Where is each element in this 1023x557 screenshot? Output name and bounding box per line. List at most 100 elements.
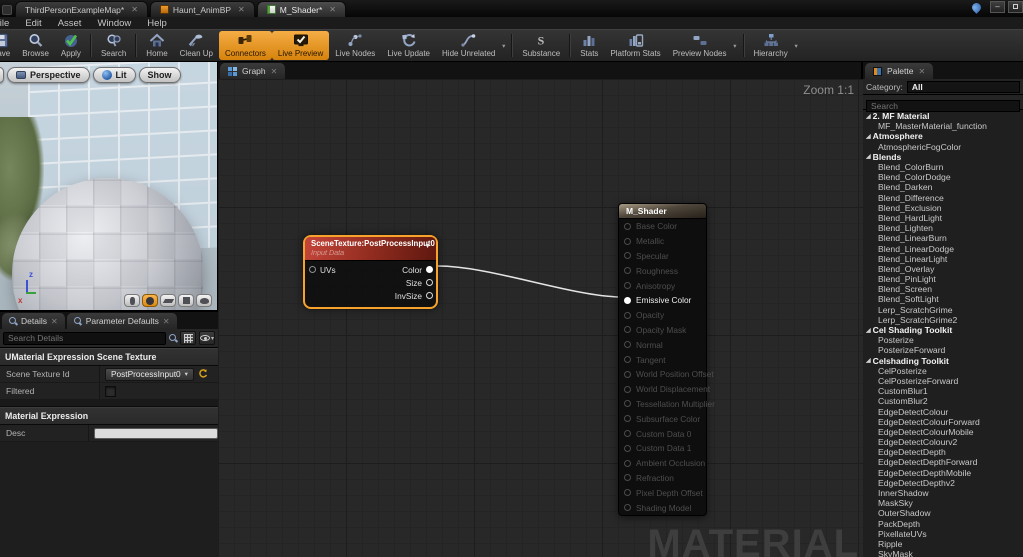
size-pin-icon[interactable] [426,279,433,286]
palette-item[interactable]: MaskSky [863,498,1023,508]
tab-palette[interactable]: Palette ✕ [865,63,934,79]
chevron-down-icon[interactable]: ▾ [794,42,797,50]
palette-item[interactable]: Blend_LinearBurn [863,233,1023,243]
pin-icon[interactable] [624,489,631,497]
details-search-input[interactable] [3,331,166,345]
menu-edit[interactable]: Edit [25,18,41,29]
visibility-filter-button[interactable]: ▾ [199,331,215,345]
chevron-down-icon[interactable]: ▾ [502,42,505,50]
palette-item[interactable]: EdgeDetectColourMobile [863,427,1023,437]
pin-icon[interactable] [624,282,631,290]
shader-pin-row[interactable]: Opacity Mask [619,323,706,338]
hierarchy-button[interactable]: Hierarchy ▾ [748,31,801,60]
hide-unrelated-button[interactable]: Hide Unrelated ▾ [436,31,508,60]
palette-item[interactable]: EdgeDetectDepthForward [863,457,1023,467]
palette-item[interactable]: Blends [863,152,1023,162]
shader-result-node[interactable]: M_Shader Base Color Metallic Specular Ro… [618,203,715,516]
shader-pin-row[interactable]: Pixel Depth Offset [619,485,706,500]
output-pin-row[interactable]: Size [395,276,436,289]
menu-window[interactable]: Window [97,18,131,29]
chevron-down-icon[interactable]: ▾ [733,42,736,50]
substance-button[interactable]: S Substance [516,31,566,60]
category-dropdown[interactable]: All [906,80,1020,93]
search-button[interactable]: Search [95,31,132,60]
pin-icon[interactable] [624,430,631,438]
pin-icon[interactable] [624,400,631,408]
palette-item[interactable]: CustomBlur2 [863,396,1023,406]
palette-item[interactable]: AtmosphericFogColor [863,142,1023,152]
browse-button[interactable]: Browse [16,31,55,60]
palette-item[interactable]: PosterizeForward [863,345,1023,355]
palette-item[interactable]: Blend_ColorDodge [863,172,1023,182]
pin-icon[interactable] [624,222,631,230]
viewport-mode-button[interactable] [0,67,4,83]
palette-item[interactable]: PixellateUVs [863,529,1023,539]
close-icon[interactable]: ✕ [163,317,170,326]
palette-item[interactable]: Lerp_ScratchGrime2 [863,315,1023,325]
palette-item[interactable]: PackDepth [863,519,1023,529]
palette-item[interactable]: OuterShadow [863,508,1023,518]
teapot-mesh-button[interactable] [196,294,212,307]
shader-pin-row[interactable]: Metallic [619,234,706,249]
palette-item[interactable]: CustomBlur1 [863,386,1023,396]
close-icon[interactable]: ✕ [131,5,138,14]
palette-item[interactable]: Lerp_ScratchGrime [863,305,1023,315]
chevron-down-icon[interactable]: ▼ [424,243,431,250]
palette-item[interactable]: Blend_Difference [863,193,1023,203]
section-header[interactable]: UMaterial Expression Scene Texture [0,348,218,366]
palette-item[interactable]: Blend_Screen [863,284,1023,294]
palette-item[interactable]: Blend_Lighten [863,223,1023,233]
minimize-button[interactable]: – [990,1,1005,13]
shader-pin-row[interactable]: Custom Data 1 [619,441,706,456]
tab-graph[interactable]: Graph ✕ [220,63,286,79]
platform-stats-button[interactable]: Platform Stats [604,31,666,60]
cube-mesh-button[interactable] [178,294,194,307]
pin-icon[interactable] [624,385,631,393]
shader-pin-row[interactable]: Custom Data 0 [619,426,706,441]
palette-item[interactable]: Blend_ColorBurn [863,162,1023,172]
output-pin-row[interactable]: InvSize [395,289,436,302]
pin-icon[interactable] [624,311,631,319]
shader-pin-row[interactable]: Emissive Color [619,293,706,308]
close-icon[interactable]: ✕ [329,5,336,14]
close-icon[interactable]: ✕ [51,317,58,326]
show-button[interactable]: Show [138,67,181,83]
node-header[interactable]: SceneTexture:PostProcessInput0 Input Dat… [305,237,436,261]
palette-item[interactable]: Blend_LinearDodge [863,243,1023,254]
palette-item[interactable]: SkyMask [863,549,1023,557]
reset-to-default-icon[interactable] [198,369,208,379]
pin-icon[interactable] [624,415,631,423]
palette-item[interactable]: InnerShadow [863,488,1023,498]
clean-up-button[interactable]: Clean Up [174,31,219,60]
perspective-button[interactable]: Perspective [7,67,90,83]
color-pin-icon[interactable] [426,266,433,273]
shader-pin-row[interactable]: Normal [619,337,706,352]
shader-pin-row[interactable]: Roughness [619,263,706,278]
graph-canvas[interactable]: Zoom 1:1 MATERIAL SceneTexture:PostProce… [218,79,863,557]
grid-view-button[interactable] [180,331,196,345]
shader-pin-row[interactable]: Shading Model [619,500,706,515]
palette-item[interactable]: EdgeDetectDepthMobile [863,468,1023,478]
palette-item[interactable]: Blend_HardLight [863,213,1023,223]
tab-parameter-defaults[interactable]: Parameter Defaults ✕ [66,313,177,329]
shader-pin-row[interactable]: Specular [619,249,706,264]
stats-button[interactable]: Stats [574,31,604,60]
pin-icon[interactable] [624,326,631,334]
shader-pin-row[interactable]: World Displacement [619,382,710,397]
shader-pin-row[interactable]: Refraction [619,471,706,486]
pin-icon[interactable] [624,474,631,482]
uvs-pin-icon[interactable] [309,266,316,273]
shader-pin-row[interactable]: Tangent [619,352,706,367]
palette-item[interactable]: Ripple [863,539,1023,549]
pin-icon[interactable] [624,341,631,349]
palette-item[interactable]: CelPosterize [863,366,1023,376]
apply-button[interactable]: Apply [55,31,87,60]
menu-asset[interactable]: Asset [58,18,82,29]
cylinder-mesh-button[interactable] [124,294,140,307]
preview-viewport[interactable]: Perspective Lit Show z x [0,62,218,310]
connectors-button[interactable]: Connectors [219,31,272,60]
menu-file[interactable]: File [0,18,9,29]
shader-pin-row[interactable]: Ambient Occlusion [619,456,706,471]
plane-mesh-button[interactable] [160,294,176,307]
palette-item[interactable]: CelPosterizeForward [863,376,1023,386]
